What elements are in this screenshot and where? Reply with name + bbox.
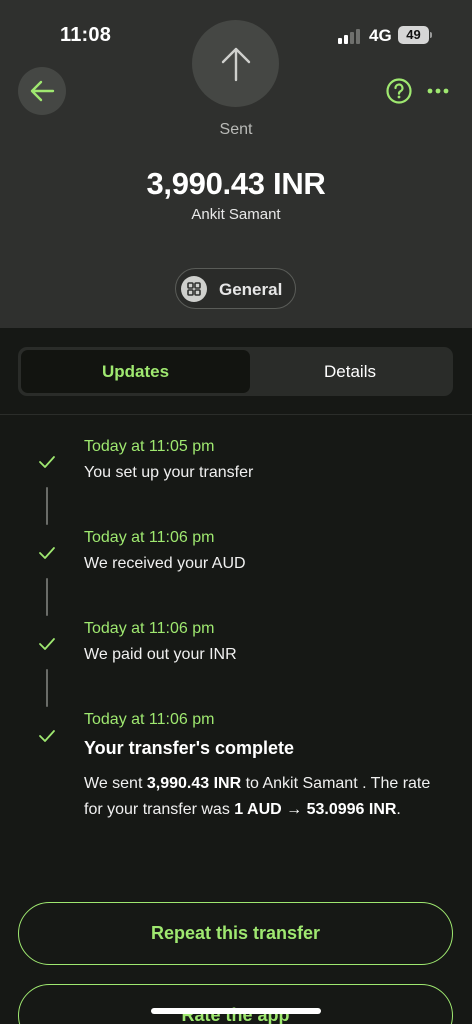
network-type: 4G [369, 26, 392, 45]
exchange-rate: 1 AUD → 53.0996 INR [234, 801, 397, 818]
tab-bar: Updates Details [18, 347, 453, 396]
cellular-signal-icon [338, 28, 364, 44]
check-icon [39, 547, 55, 559]
check-icon [39, 730, 55, 742]
sent-amount: 3,990.43 INR [146, 775, 242, 792]
home-indicator [151, 1008, 321, 1014]
tab-updates[interactable]: Updates [21, 350, 250, 393]
category-label: General [219, 280, 283, 299]
transfer-header: 11:08 4G 49 Sent 3,990.43 INR Ankit Sama… [0, 0, 472, 328]
step-text: We paid out your INR [84, 646, 237, 663]
step-description: We sent 3,990.43 INR to Ankit Samant . T… [84, 775, 431, 818]
question-circle-icon [386, 78, 412, 104]
transfer-status-label: Sent [219, 121, 253, 138]
step-text: You set up your transfer [84, 464, 254, 481]
more-options-button[interactable] [426, 84, 450, 98]
step-text: We received your AUD [84, 555, 246, 572]
arrow-up-icon [221, 47, 250, 81]
battery-icon: 49 [398, 26, 432, 44]
battery-level: 49 [398, 26, 429, 44]
step-title: Your transfer's complete [84, 738, 295, 758]
status-time: 11:08 [60, 24, 112, 46]
repeat-transfer-button[interactable]: Repeat this transfer [18, 902, 453, 965]
tab-details[interactable]: Details [250, 350, 450, 393]
check-icon [39, 456, 55, 468]
step-time: Today at 11:05 pm [84, 438, 215, 455]
rate-app-button[interactable]: Rate the app [18, 984, 453, 1024]
back-button[interactable] [18, 67, 66, 115]
step-time: Today at 11:06 pm [84, 620, 215, 637]
category-grid-icon [181, 276, 207, 302]
help-button[interactable] [386, 78, 412, 104]
timeline-connector [46, 669, 48, 707]
divider [0, 414, 472, 415]
arrow-left-icon [30, 80, 55, 102]
recipient-name: Ankit Samant [191, 206, 281, 223]
transfer-amount: 3,990.43 INR [146, 166, 326, 201]
more-dots-icon [427, 88, 449, 94]
category-chip[interactable]: General [175, 268, 296, 309]
step-time: Today at 11:06 pm [84, 711, 215, 728]
sent-status-icon [192, 20, 279, 107]
check-icon [39, 638, 55, 650]
timeline-connector [46, 487, 48, 525]
step-time: Today at 11:06 pm [84, 529, 215, 546]
timeline-connector [46, 578, 48, 616]
